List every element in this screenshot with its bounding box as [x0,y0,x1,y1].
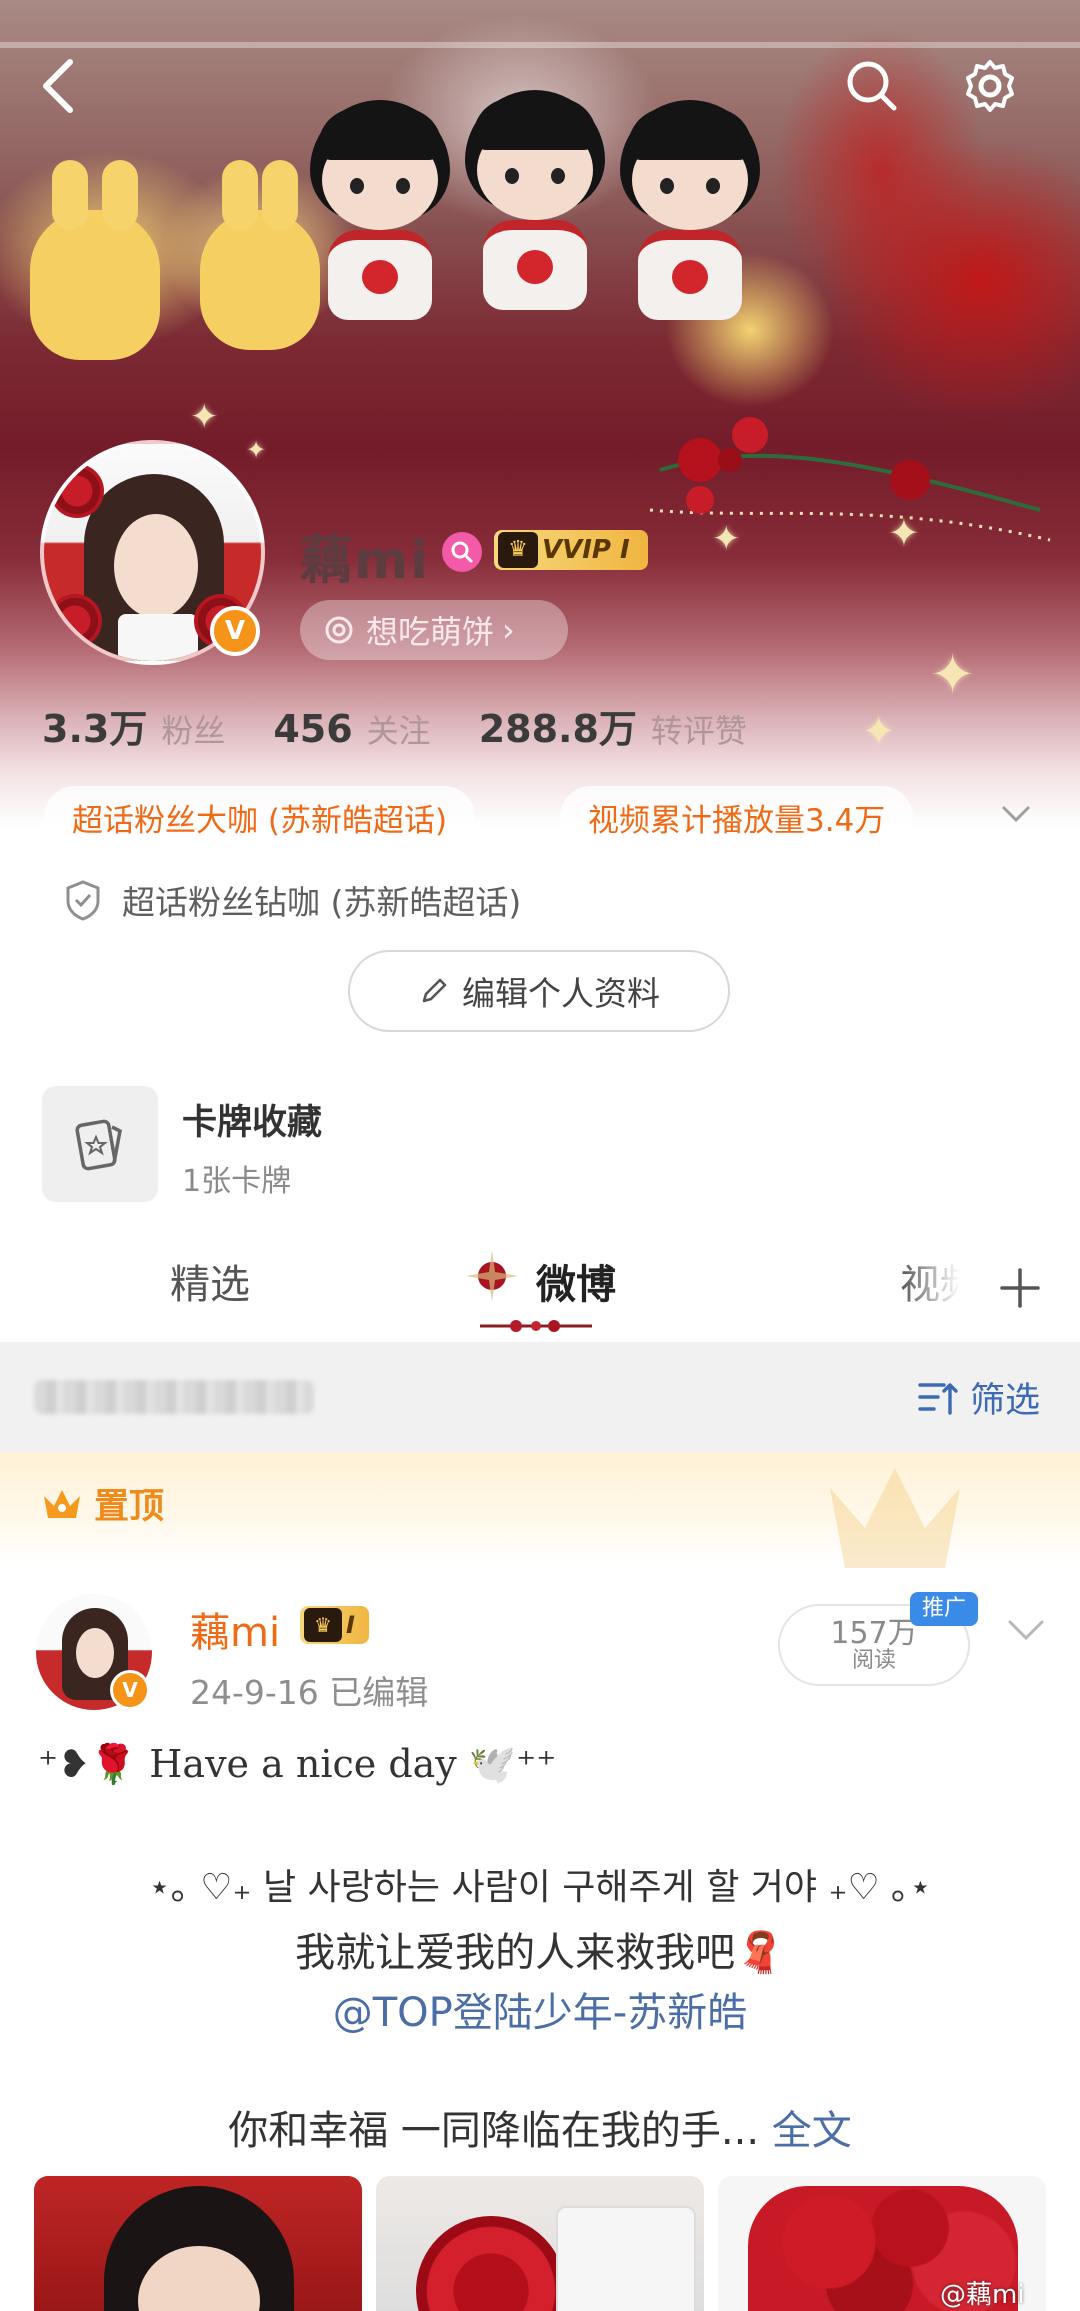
search-icon [847,61,897,111]
settings-button[interactable] [950,46,1030,126]
target-icon [325,616,353,644]
post-verified-badge: V [110,1670,150,1710]
pinned-label-group: 置顶 [40,1478,164,1529]
crown-icon: ♛ [498,532,538,568]
shield-icon [66,880,100,921]
vvip-badge[interactable]: ♛ VVIP I [494,530,648,570]
post-text-line: 我就让爱我的人来救我吧🧣 [295,1930,785,1976]
post-text-line: 你和幸福 一同降临在我的手... 全文 [0,2098,1080,2156]
diamond-fan-label: 超话粉丝钻咖 (苏新皓超话) [122,883,522,922]
filter-button[interactable]: 筛选 [916,1372,1040,1423]
pinned-header: 置顶 [0,1452,1080,1568]
card-icon [75,1119,122,1171]
video-plays-badge[interactable]: 视频累计播放量3.4万 [560,786,914,848]
post-image[interactable] [34,2176,362,2311]
post-image-grid [34,2176,1046,2311]
sparkle-icon: ✦ [888,511,920,555]
likes-label[interactable]: 转评赞 [651,706,747,752]
post-vip-badge[interactable]: ♛ I [300,1606,369,1644]
post-more-button[interactable] [1004,1610,1048,1654]
weibo-watermark: @藕mi [940,2280,1025,2310]
bunny-lamp-left [30,160,160,360]
expand-badges-button[interactable] [998,796,1034,836]
search-button[interactable] [832,46,912,126]
post-mention-link[interactable]: @TOP登陆少年-苏新皓 [0,1980,1080,2038]
filter-label: 筛选 [970,1381,1041,1421]
post-timestamp: 24-9-16 已编辑 [190,1673,429,1712]
profile-stats: 3.3万 粉丝 456 关注 288.8万 转评赞 [42,698,795,753]
profile-tabs: 精选 微博 视频 [0,1232,1080,1342]
feed-filter-bar: 筛选 [0,1342,1080,1452]
post-vip-level: I [346,1611,355,1639]
sparkle-icon: ✦ [930,643,976,706]
rose-ornament-icon [466,1250,518,1302]
achievement-badges: 超话粉丝大咖 (苏新皓超话) 视频累计播放量3.4万 [44,786,1064,848]
chevron-down-icon [1002,806,1030,823]
card-collection-count: 1张卡牌 [182,1164,292,1199]
promote-tag[interactable]: 推广 [910,1592,979,1626]
edit-profile-label: 编辑个人资料 [462,974,660,1013]
post-excerpt: 你和幸福 一同降临在我的手... [228,2108,760,2154]
filter-icon [918,1382,958,1415]
chevron-down-icon [1008,1620,1044,1641]
vvip-label: VVIP I [542,535,630,565]
read-count-value: 157万 [830,1615,918,1651]
verified-badge: V [210,606,260,656]
back-icon [43,59,73,113]
redacted-text [34,1380,314,1414]
sparkle-icon: ✦ [712,519,741,559]
card-collection-tile[interactable] [42,1086,158,1202]
back-button[interactable] [18,46,98,126]
name-search-button[interactable] [442,532,482,572]
following-label[interactable]: 关注 [367,706,431,752]
crown-watermark-icon [830,1468,960,1568]
post-text-line: ⁺❥🌹 Have a nice day 🕊️⁺⁺ [38,1742,557,1786]
rose-garland-decoration [649,417,1051,542]
interest-chevron: › [502,611,515,649]
crown-icon: ♛ [304,1608,342,1642]
pinned-label: 置顶 [94,1487,165,1527]
diamond-fan-badge[interactable]: 超话粉丝钻咖 (苏新皓超话) [64,876,521,924]
top-bar [0,40,1080,136]
sparkle-icon: ✦ [246,436,267,464]
interest-label: 想吃萌饼 [366,613,495,651]
tab-weibo[interactable]: 微博 [536,1252,616,1310]
tab-fade [900,1232,960,1342]
magnifier-pink-icon [451,541,473,563]
plus-icon [1000,1268,1040,1308]
tab-featured[interactable]: 精选 [170,1252,250,1310]
post-image[interactable] [376,2176,704,2311]
pencil-icon [422,978,447,1003]
read-full-link[interactable]: 全文 [772,2108,852,2154]
followers-count[interactable]: 3.3万 [42,698,147,753]
add-tab-button[interactable] [984,1252,1056,1324]
supertopic-badge[interactable]: 超话粉丝大咖 (苏新皓超话) [44,786,476,848]
post-author-name[interactable]: 藕mi [190,1600,280,1658]
sparkle-icon: ✦ [862,709,896,755]
likes-count[interactable]: 288.8万 [479,698,637,753]
following-count[interactable]: 456 [273,707,352,751]
post-text-line: ⋆｡ ♡₊ 날 사랑하는 사람이 구해주게 할 거야 ₊♡ ｡⋆ [148,1867,932,1908]
interest-tag[interactable]: 想吃萌饼 › [300,600,568,660]
gear-icon [966,60,1014,112]
tab-active-indicator [480,1320,592,1332]
crown-icon [44,1489,80,1518]
sparkle-icon: ✦ [190,397,219,437]
edit-profile-button[interactable]: 编辑个人资料 [348,950,730,1032]
followers-label[interactable]: 粉丝 [161,706,225,752]
profile-name: 藕mi [300,531,431,591]
card-collection-title[interactable]: 卡牌收藏 [182,1094,322,1145]
read-count-label: 阅读 [851,1648,896,1674]
